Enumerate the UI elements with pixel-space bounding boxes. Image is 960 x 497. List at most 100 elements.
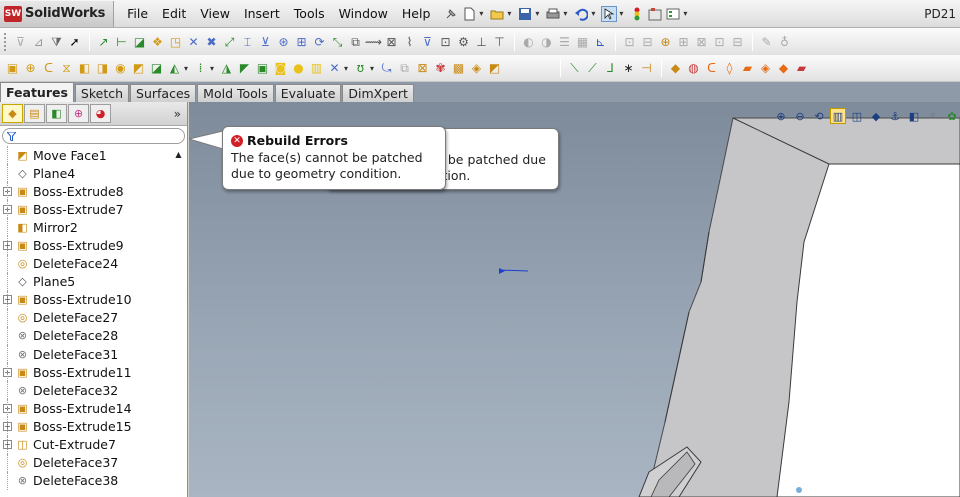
- solidworks-logo[interactable]: SW SolidWorks: [0, 0, 115, 27]
- extruded-cut-icon[interactable]: ◨: [94, 60, 111, 77]
- fillet-dropdown-icon[interactable]: ▾: [184, 64, 192, 73]
- select-dropdown-icon[interactable]: ▾: [619, 9, 627, 18]
- copy-entities-icon[interactable]: ⧉: [347, 33, 364, 50]
- feature-tree-item[interactable]: + ▣ Boss-Extrude9: [0, 236, 186, 255]
- trim-icon[interactable]: ✕: [185, 33, 202, 50]
- feature-tree-item[interactable]: ◎ DeleteFace24: [0, 254, 186, 273]
- copy-feature-icon[interactable]: ⧉: [396, 60, 413, 77]
- display-style-icon[interactable]: ◐: [520, 33, 537, 50]
- display-style-icon[interactable]: ◆: [868, 108, 884, 124]
- property-manager-icon[interactable]: ▤: [24, 104, 45, 123]
- split-icon[interactable]: ▩: [450, 60, 467, 77]
- print-icon[interactable]: [545, 6, 561, 22]
- configuration-manager-icon[interactable]: ◧: [46, 104, 67, 123]
- feature-tree-item[interactable]: + ▣ Boss-Extrude15: [0, 417, 186, 436]
- save-dropdown-icon[interactable]: ▾: [535, 9, 543, 18]
- feature-tree-item[interactable]: + ▣ Boss-Extrude14: [0, 399, 186, 418]
- curves-icon[interactable]: ʊ: [352, 60, 369, 77]
- previous-view-icon[interactable]: ⟲: [811, 108, 827, 124]
- hole-wizard-icon[interactable]: ◉: [112, 60, 129, 77]
- fix-icon[interactable]: ⊥: [473, 33, 490, 50]
- sketch-tools-icon[interactable]: ✎: [758, 33, 775, 50]
- revolved-boss-icon[interactable]: ⊕: [22, 60, 39, 77]
- draft-icon[interactable]: ◤: [236, 60, 253, 77]
- tab-evaluate[interactable]: Evaluate: [274, 84, 342, 102]
- instant3d-icon[interactable]: ⤿: [378, 60, 395, 77]
- save-icon[interactable]: [517, 6, 533, 22]
- menu-tools[interactable]: Tools: [287, 6, 332, 21]
- dome-icon[interactable]: ●: [290, 60, 307, 77]
- lofted-boss-icon[interactable]: ⧖: [58, 60, 75, 77]
- feature-tree-item[interactable]: + ◫ Cut-Extrude7: [0, 435, 186, 454]
- filter-faces-icon[interactable]: ⧩: [48, 33, 65, 50]
- offset-icon[interactable]: ⤢: [221, 33, 238, 50]
- revolved-cut-icon[interactable]: ◩: [130, 60, 147, 77]
- feature-tree-item[interactable]: + ▣ Boss-Extrude10: [0, 290, 186, 309]
- boundary-boss-icon[interactable]: ◧: [76, 60, 93, 77]
- broken-view-icon[interactable]: ⊡: [711, 33, 728, 50]
- undo-dropdown-icon[interactable]: ▾: [591, 9, 599, 18]
- tab-dimxpert[interactable]: DimXpert: [342, 84, 414, 102]
- apply-scene-icon[interactable]: ᵒ: [925, 108, 941, 124]
- sketch-angle-icon[interactable]: ⟋: [584, 60, 601, 77]
- feature-tree-item[interactable]: ◇ Plane5: [0, 272, 186, 291]
- wrap-icon[interactable]: ◙: [272, 60, 289, 77]
- feature-tree-item[interactable]: ⊗ DeleteFace38: [0, 471, 186, 490]
- surface-extrude-icon[interactable]: ◆: [667, 60, 684, 77]
- menu-view[interactable]: View: [193, 6, 237, 21]
- view-settings-icon[interactable]: ✿: [944, 108, 960, 124]
- table-icon[interactable]: ▦: [574, 33, 591, 50]
- print-dropdown-icon[interactable]: ▾: [563, 9, 571, 18]
- section-view-icon[interactable]: ▥: [830, 108, 846, 124]
- reference-geometry-dropdown-icon[interactable]: ▾: [344, 64, 352, 73]
- drawing-view-icon[interactable]: ⊡: [621, 33, 638, 50]
- sketch-plug-icon[interactable]: ⊣: [638, 60, 655, 77]
- axis-icon[interactable]: ⊾: [592, 33, 609, 50]
- mirror-feature-icon[interactable]: ▥: [308, 60, 325, 77]
- edit-appearance-icon[interactable]: ◧: [906, 108, 922, 124]
- surface-ruled-icon[interactable]: ▰: [793, 60, 810, 77]
- menu-edit[interactable]: Edit: [155, 6, 193, 21]
- menu-insert[interactable]: Insert: [237, 6, 287, 21]
- feature-manager-tree-icon[interactable]: ◆: [2, 104, 23, 123]
- new-document-icon[interactable]: [461, 6, 477, 22]
- move-copy-body-icon[interactable]: ◈: [468, 60, 485, 77]
- circular-pattern-icon[interactable]: ⊛: [275, 33, 292, 50]
- mirror-entities-icon[interactable]: ⌶: [239, 33, 256, 50]
- linear-pattern-icon[interactable]: ⊻: [257, 33, 274, 50]
- swept-boss-icon[interactable]: ᑕ: [40, 60, 57, 77]
- feature-tree-item[interactable]: + ▣ Boss-Extrude8: [0, 182, 186, 201]
- horizontal-dimension-icon[interactable]: ⊢: [113, 33, 130, 50]
- feature-tree-item[interactable]: ◇ Plane4: [0, 164, 186, 183]
- menu-file[interactable]: File: [120, 6, 155, 21]
- rebuild-icon[interactable]: [629, 6, 645, 22]
- menu-help[interactable]: Help: [395, 6, 438, 21]
- surface-boundary-icon[interactable]: ▰: [739, 60, 756, 77]
- open-folder-icon[interactable]: [489, 6, 505, 22]
- sketch-point-icon[interactable]: ⅃: [602, 60, 619, 77]
- feature-tree-item[interactable]: ◧ Mirror2: [0, 218, 186, 237]
- chamfer-icon[interactable]: ◭: [166, 60, 183, 77]
- tab-sketch[interactable]: Sketch: [74, 84, 130, 102]
- fillet-icon[interactable]: ◪: [148, 60, 165, 77]
- surface-loft-icon[interactable]: ◊: [721, 60, 738, 77]
- scale-entities-icon[interactable]: ⤡: [329, 33, 346, 50]
- pattern-dropdown-icon[interactable]: ▾: [210, 64, 218, 73]
- menu-window[interactable]: Window: [332, 6, 395, 21]
- zoom-to-area-icon[interactable]: ⊖: [792, 108, 808, 124]
- feature-tree-item[interactable]: ◎ DeleteFace27: [0, 308, 186, 327]
- delete-body-icon[interactable]: ⊠: [414, 60, 431, 77]
- sketch-asterisk-icon[interactable]: ∗: [620, 60, 637, 77]
- extruded-boss-icon[interactable]: ▣: [4, 60, 21, 77]
- pin-menu-icon[interactable]: [443, 6, 459, 22]
- move-entities-icon[interactable]: ⊞: [293, 33, 310, 50]
- undo-icon[interactable]: [573, 6, 589, 22]
- tab-features[interactable]: Features: [0, 82, 74, 102]
- curves-dropdown-icon[interactable]: ▾: [370, 64, 378, 73]
- detail-view-icon[interactable]: ⊕: [657, 33, 674, 50]
- scroll-up-icon[interactable]: ▲: [173, 150, 184, 160]
- sketch-line-icon[interactable]: ◪: [131, 33, 148, 50]
- combine-icon[interactable]: ✾: [432, 60, 449, 77]
- graphics-area[interactable]: ⊕ ⊖ ⟲ ▥ ◫ ◆ ⚓ ◧ ᵒ ✿ s t be patched due i…: [189, 102, 960, 497]
- convert-entities-icon[interactable]: ⊡: [437, 33, 454, 50]
